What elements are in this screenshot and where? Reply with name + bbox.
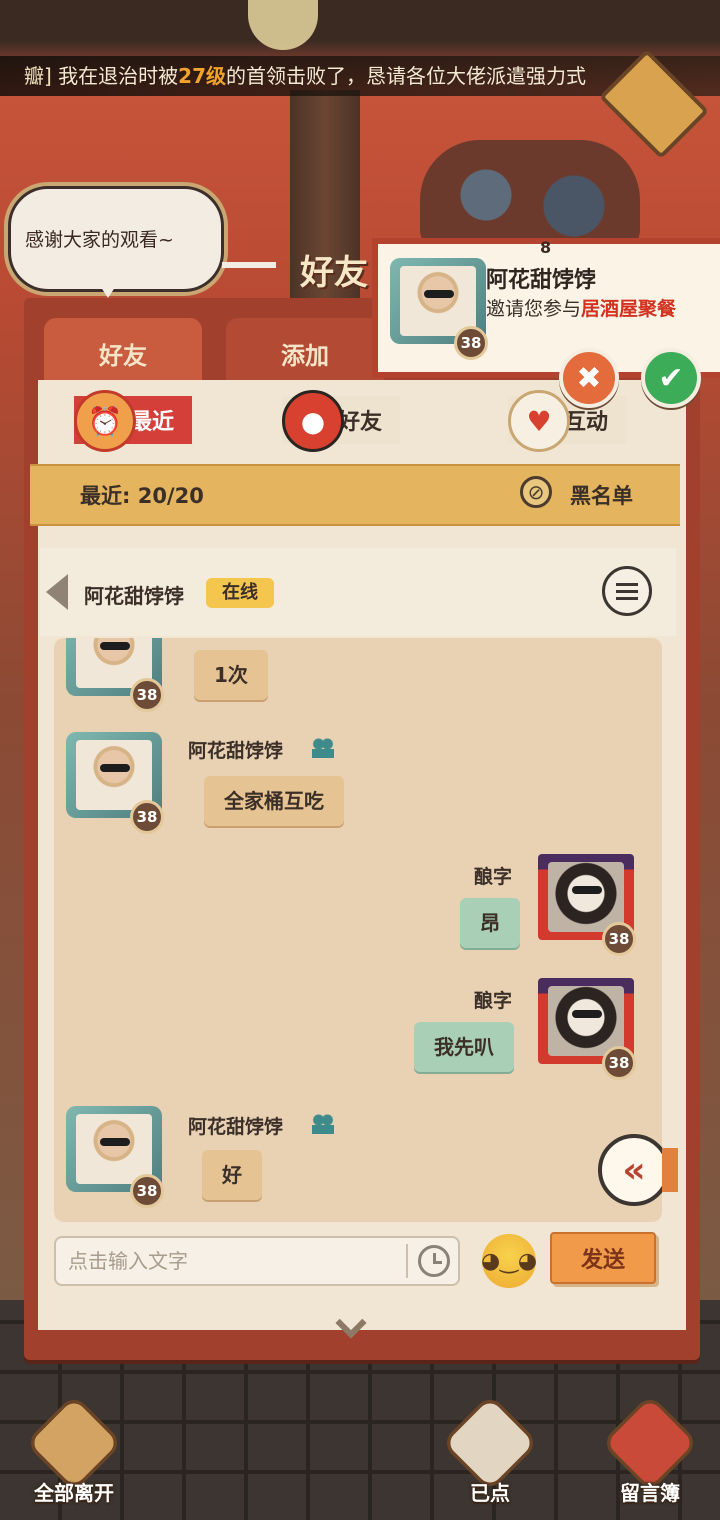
avatar[interactable]: 38 xyxy=(66,638,164,712)
sender-name: 阿花甜饽饽 xyxy=(188,1116,284,1138)
marquee-text-end: 的首领击败了，恳请各位大佬派遣强力式 xyxy=(226,64,587,88)
ordered-label: 已点 xyxy=(470,1481,510,1505)
level-badge: 38 xyxy=(454,326,488,360)
close-icon: ✖ xyxy=(576,360,602,396)
clock-icon[interactable] xyxy=(418,1245,450,1277)
menu-button[interactable] xyxy=(602,566,652,616)
send-button[interactable]: 发送 xyxy=(550,1232,656,1284)
message-bubble: 1次 xyxy=(194,650,268,700)
chat-partner-name: 阿花甜饽饽 xyxy=(84,584,184,608)
invite-message: 邀请您参与居酒屋聚餐 xyxy=(486,298,677,320)
message-bubble: 全家桶互吃 xyxy=(204,776,344,826)
avatar[interactable]: 38 xyxy=(390,258,488,360)
subtab-recent[interactable]: ⏰ 最近 xyxy=(74,390,193,452)
collapse-button[interactable]: « xyxy=(598,1134,670,1206)
tab-friends[interactable]: 好友 xyxy=(44,318,202,388)
level-badge: 38 xyxy=(602,1046,636,1080)
blacklist-link[interactable]: 黑名单 xyxy=(570,480,633,510)
chat-messages[interactable]: 38 1次 38 阿花甜饽饽 全家桶互吃 酿字 38 昂 酿字 38 我先叭 3… xyxy=(54,638,662,1222)
check-icon: ✔ xyxy=(658,360,684,396)
sender-name: 酿字 xyxy=(474,866,513,888)
sender-name: 阿花甜饽饽 xyxy=(188,740,284,762)
input-divider xyxy=(406,1244,408,1278)
background-title: 好友 xyxy=(300,253,368,293)
block-icon[interactable]: ⊘ xyxy=(520,476,552,508)
leave-all-label: 全部离开 xyxy=(34,1481,114,1505)
marquee-prefix: 瓣] xyxy=(24,64,52,88)
subtab-friends[interactable]: ● 好友 xyxy=(282,390,401,452)
level-badge: 38 xyxy=(130,1174,164,1208)
message-bubble: 昂 xyxy=(460,898,520,948)
level-badge: 38 xyxy=(130,678,164,712)
avatar[interactable]: 38 xyxy=(538,854,636,956)
arrow-decoration xyxy=(222,262,276,268)
status-badge: 在线 xyxy=(206,578,274,608)
guestbook-label: 留言簿 xyxy=(620,1481,680,1505)
daruma-icon: ● xyxy=(282,390,344,452)
speech-bubble: 感谢大家的观看~ xyxy=(8,186,224,292)
leave-all-button[interactable]: 全部离开 xyxy=(24,1393,124,1506)
friend-icon xyxy=(312,738,334,758)
marquee-level: 27级 xyxy=(178,64,227,88)
avatar[interactable]: 38 xyxy=(66,1106,164,1208)
alarm-clock-icon: ⏰ xyxy=(74,390,136,452)
wave-painting-decoration xyxy=(420,140,640,250)
avatar[interactable]: 38 xyxy=(538,978,636,1080)
speech-bubble-text: 感谢大家的观看~ xyxy=(25,229,174,251)
emoji-button[interactable]: ◕‿◕ xyxy=(480,1234,538,1288)
ordered-button[interactable]: 已点 xyxy=(440,1393,540,1506)
marquee-text: 我在退治时被 xyxy=(51,64,179,88)
collapse-tab xyxy=(662,1148,678,1192)
recent-count: 最近: 20/20 xyxy=(80,484,204,508)
accept-invite-button[interactable]: ✔ xyxy=(641,348,701,408)
guestbook-button[interactable]: 留言簿 xyxy=(600,1393,700,1506)
chevron-left-icon[interactable] xyxy=(46,574,68,610)
subtab-interact[interactable]: ♥ 互动 xyxy=(508,390,627,452)
double-chevron-left-icon: « xyxy=(622,1149,646,1191)
friend-icon xyxy=(312,1114,334,1134)
message-input[interactable]: 点击输入文字 xyxy=(54,1236,460,1286)
avatar[interactable]: 38 xyxy=(66,732,164,834)
level-badge: 38 xyxy=(130,800,164,834)
message-bubble: 我先叭 xyxy=(414,1022,514,1072)
message-bubble: 好 xyxy=(202,1150,262,1200)
invite-sender-name: 阿花甜饽饽 xyxy=(486,268,597,293)
tab-add[interactable]: 添加 xyxy=(226,318,384,388)
reject-invite-button[interactable]: ✖ xyxy=(559,348,619,408)
sender-name: 酿字 xyxy=(474,990,513,1012)
emoji-icon: ◕‿◕ xyxy=(480,1248,538,1274)
gift-doll-icon: ♥ xyxy=(508,390,570,452)
invite-count: 8 xyxy=(540,238,552,257)
level-badge: 38 xyxy=(602,922,636,956)
